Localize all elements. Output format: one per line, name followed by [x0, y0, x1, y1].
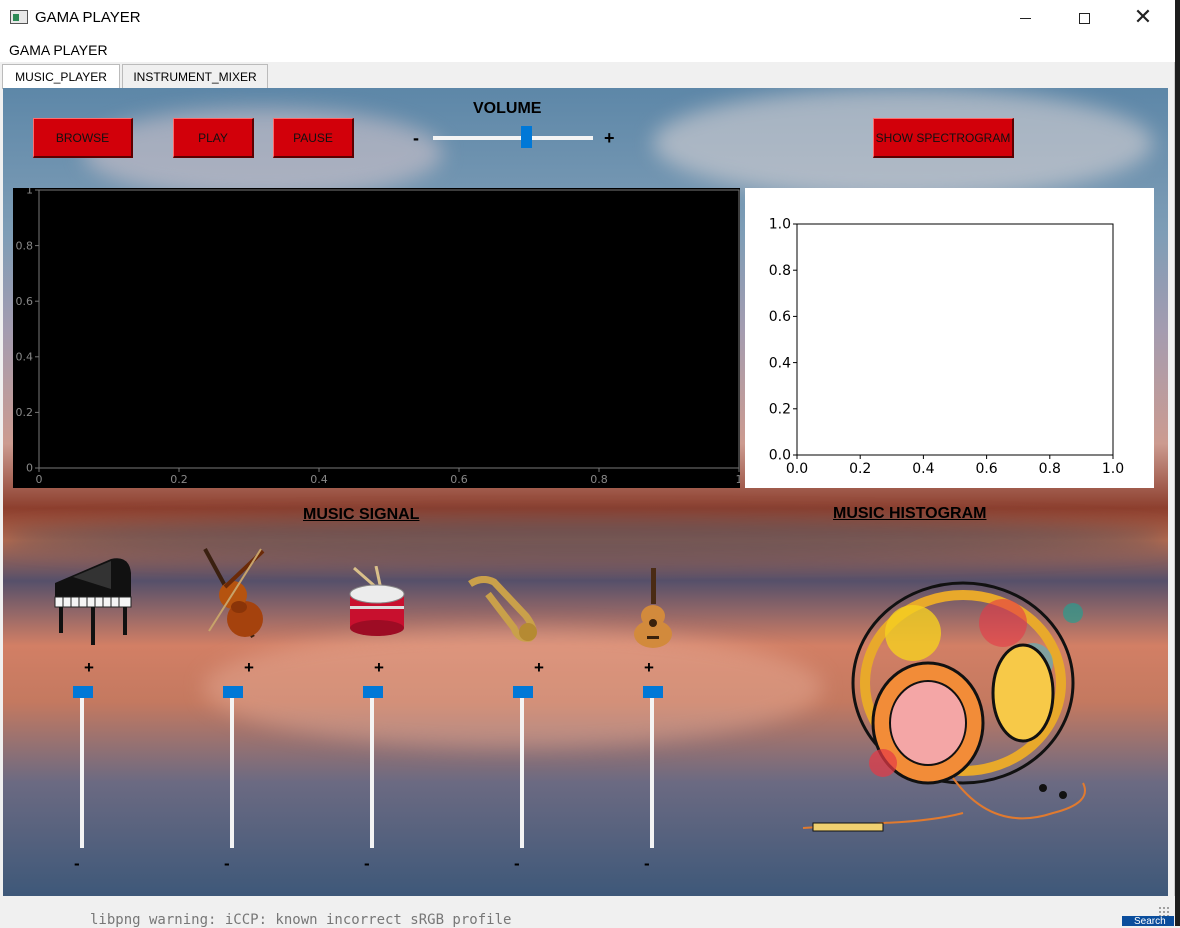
y-tick-label: 1.0: [769, 217, 791, 233]
music-histogram-label: MUSIC HISTOGRAM: [833, 505, 987, 522]
x-tick-label: 1: [736, 473, 741, 486]
y-tick-label: 0: [26, 462, 33, 475]
y-tick-label: 0.8: [769, 263, 791, 279]
pause-button[interactable]: PAUSE: [273, 118, 354, 158]
volume-slider-track: [433, 136, 593, 140]
y-tick-label: 0.6: [769, 309, 791, 325]
tab-instrument-mixer[interactable]: INSTRUMENT_MIXER: [122, 64, 268, 88]
minimize-button[interactable]: [996, 0, 1054, 36]
x-tick-label: 0.6: [450, 473, 468, 486]
show-spectrogram-button[interactable]: SHOW SPECTROGRAM: [873, 118, 1014, 158]
volume-slider-handle[interactable]: [521, 126, 532, 148]
menu-title[interactable]: GAMA PLAYER: [9, 42, 108, 58]
background-window-edge: [1175, 0, 1180, 926]
drum-slider[interactable]: [363, 686, 383, 848]
saxophone-minus-label: -: [514, 854, 520, 873]
saxophone-slider-handle[interactable]: [513, 686, 533, 698]
music-signal-plot[interactable]: 0 0.2 0.4 0.6 0.8 1 0 0.2 0.4 0.6 0.8 1: [13, 184, 743, 488]
y-tick-label: 0.0: [769, 448, 791, 464]
guitar-minus-label: -: [644, 854, 650, 873]
volume-slider[interactable]: [433, 126, 593, 150]
music-histogram-plot[interactable]: 0.0 0.2 0.4 0.6 0.8 1.0 0.0 0.2 0.4 0.6 0.8 1.0: [745, 188, 1154, 488]
close-icon: ✕: [1133, 5, 1153, 30]
y-tick-label: 0.4: [16, 350, 34, 363]
play-button[interactable]: PLAY: [173, 118, 254, 158]
menu-bar: GAMA PLAYER: [0, 36, 1175, 62]
y-tick-label: 1: [26, 188, 33, 197]
piano-icon: [51, 553, 135, 653]
guitar-icon: [631, 568, 675, 655]
drum-icon: [346, 565, 410, 643]
music-signal-chart: 0 0.2 0.4 0.6 0.8 1 0 0.2 0.4 0.6 0.8 1: [16, 184, 743, 486]
search-button[interactable]: Search: [1122, 916, 1174, 926]
violin-slider-track: [230, 686, 234, 848]
guitar-plus-label: +: [644, 658, 654, 677]
plot-frame: [796, 223, 1114, 456]
y-tick-label: 0.2: [16, 406, 34, 419]
browse-button[interactable]: BROWSE: [33, 118, 133, 158]
x-tick-label: 0.4: [310, 473, 328, 486]
saxophone-plus-label: +: [534, 658, 544, 677]
music-signal-label: MUSIC SIGNAL: [303, 506, 420, 523]
piano-minus-label: -: [74, 854, 80, 873]
close-button[interactable]: ✕: [1114, 0, 1172, 36]
headphones-illustration: [793, 573, 1123, 848]
x-tick-label: 0.6: [975, 461, 997, 477]
music-player-panel: BROWSE PLAY PAUSE SHOW SPECTROGRAM VOLUM…: [3, 88, 1168, 896]
guitar-slider-handle[interactable]: [643, 686, 663, 698]
violin-minus-label: -: [224, 854, 230, 873]
saxophone-icon: [466, 575, 552, 647]
saxophone-slider-track: [520, 686, 524, 848]
x-tick-label: 0.8: [1039, 461, 1061, 477]
piano-slider-handle[interactable]: [73, 686, 93, 698]
piano-slider-track: [80, 686, 84, 848]
tab-music-player[interactable]: MUSIC_PLAYER: [2, 64, 120, 89]
x-tick-label: 1.0: [1102, 461, 1124, 477]
guitar-slider[interactable]: [643, 686, 663, 848]
drum-minus-label: -: [364, 854, 370, 873]
minimize-icon: [1019, 17, 1031, 19]
guitar-slider-track: [650, 686, 654, 848]
plot-frame: [38, 189, 740, 469]
violin-slider-handle[interactable]: [223, 686, 243, 698]
background-horizon: [3, 518, 1168, 558]
violin-plus-label: +: [244, 658, 254, 677]
violin-icon: [203, 547, 273, 647]
piano-plus-label: +: [84, 658, 94, 677]
x-tick-label: 0.2: [849, 461, 871, 477]
y-tick-label: 0.8: [16, 239, 34, 252]
y-tick-label: 0.2: [769, 401, 791, 417]
violin-slider[interactable]: [223, 686, 243, 848]
drum-slider-track: [370, 686, 374, 848]
background-cloud: [83, 108, 443, 198]
drum-slider-handle[interactable]: [363, 686, 383, 698]
y-tick-label: 0.6: [16, 295, 34, 308]
x-tick-label: 0.8: [590, 473, 608, 486]
x-tick-label: 0: [36, 473, 43, 486]
music-histogram-chart: 0.0 0.2 0.4 0.6 0.8 1.00.00.20.40.60.81.0: [769, 217, 1124, 477]
x-tick-label: 0.4: [912, 461, 934, 477]
drum-plus-label: +: [374, 658, 384, 677]
y-tick-label: 0.4: [769, 355, 791, 371]
app-window: GAMA PLAYER ✕ GAMA PLAYER MUSIC_PLAYER I…: [0, 0, 1175, 926]
app-icon: [10, 10, 28, 24]
window-title: GAMA PLAYER: [35, 9, 141, 26]
volume-label: VOLUME: [473, 100, 542, 117]
maximize-icon: [1078, 12, 1090, 24]
volume-minus-label: -: [413, 128, 419, 148]
piano-slider[interactable]: [73, 686, 93, 848]
volume-plus-label: +: [604, 128, 615, 148]
maximize-button[interactable]: [1055, 0, 1113, 36]
saxophone-slider[interactable]: [513, 686, 533, 848]
x-tick-label: 0.2: [170, 473, 188, 486]
title-bar: GAMA PLAYER ✕: [0, 0, 1175, 36]
